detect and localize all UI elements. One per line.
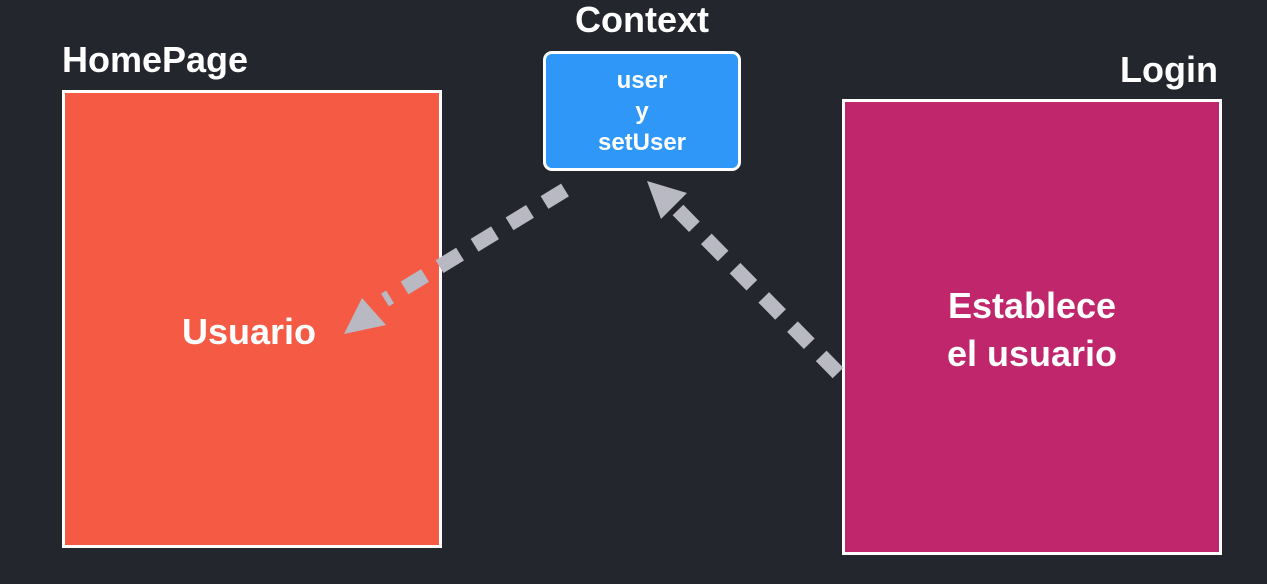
context-line-setuser: setUser <box>597 128 687 156</box>
arrow-login-to-context-head <box>647 181 687 219</box>
context-line-and: y <box>635 97 649 125</box>
arrow-login-to-context <box>647 181 844 379</box>
login-description-line-2: el usuario <box>946 333 1118 374</box>
login-description: Establece el usuario <box>845 282 1219 378</box>
context-box: user y setUser <box>543 51 741 171</box>
context-title: Context <box>575 0 709 40</box>
homepage-title: HomePage <box>62 39 249 80</box>
context-line-user: user <box>616 66 668 94</box>
homepage-panel: Usuario <box>62 90 442 548</box>
arrow-login-to-context-line <box>672 204 844 379</box>
login-title: Login <box>1120 49 1218 90</box>
homepage-user-label: Usuario <box>182 311 317 352</box>
login-description-line-1: Establece <box>947 285 1117 326</box>
login-panel: Establece el usuario <box>842 99 1222 555</box>
